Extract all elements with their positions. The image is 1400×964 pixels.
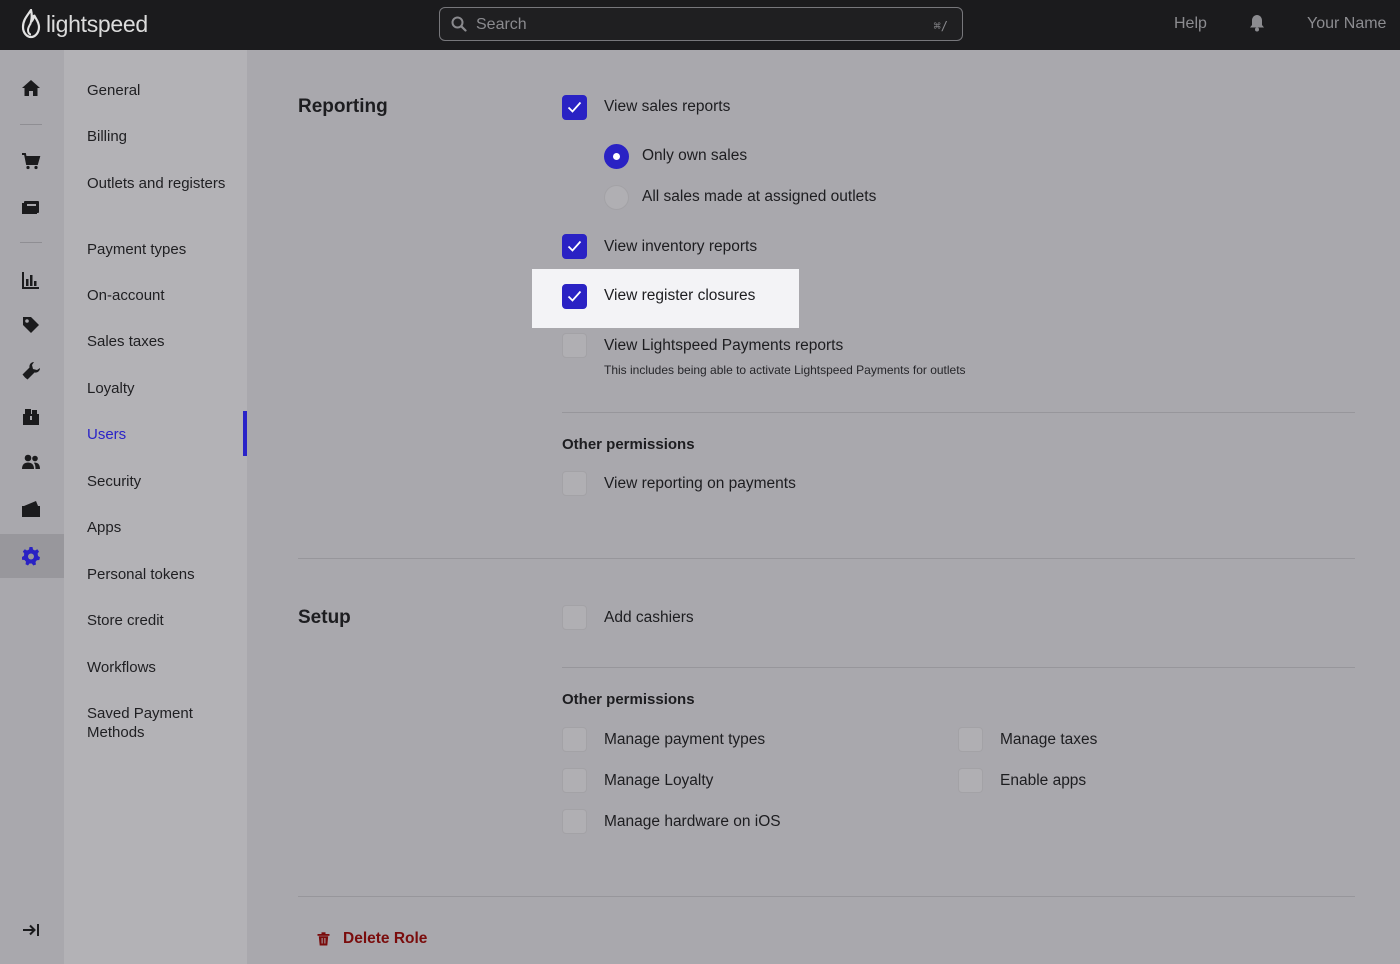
settings-icon[interactable] (20, 545, 42, 567)
view-register-closures-label: View register closures (604, 287, 756, 304)
view-sales-reports-checkbox[interactable] (562, 95, 587, 120)
view-inventory-reports-checkbox[interactable] (562, 234, 587, 259)
section-divider (298, 896, 1355, 897)
manage-hardware-ios-label: Manage hardware on iOS (604, 813, 781, 830)
view-lightspeed-payments-label: View Lightspeed Payments reports (604, 337, 844, 354)
divider (562, 412, 1355, 413)
cart-icon[interactable] (20, 150, 42, 172)
view-reporting-on-payments-label: View reporting on payments (604, 475, 796, 492)
all-sales-assigned-outlets-label: All sales made at assigned outlets (642, 188, 877, 205)
subnav-item-personal-tokens[interactable]: Personal tokens (87, 565, 237, 584)
user-menu[interactable]: Your Name (1307, 15, 1386, 33)
ecommerce-icon[interactable] (20, 498, 42, 520)
reporting-section-title: Reporting (298, 96, 388, 117)
view-reporting-on-payments-checkbox[interactable] (562, 471, 587, 496)
primary-nav-rail (0, 50, 64, 964)
subnav-item-on-account[interactable]: On-account (87, 286, 237, 305)
trash-icon (317, 932, 330, 946)
flame-logo-icon (21, 9, 41, 39)
view-lightspeed-payments-checkbox[interactable] (562, 333, 587, 358)
search-icon (451, 16, 467, 32)
reports-icon[interactable] (20, 269, 42, 291)
main-content: Reporting View sales reports Only own sa… (247, 50, 1400, 964)
subnav-item-store-credit[interactable]: Store credit (87, 611, 237, 630)
manage-hardware-ios-checkbox[interactable] (562, 809, 587, 834)
enable-apps-checkbox[interactable] (958, 768, 983, 793)
subnav-item-apps[interactable]: Apps (87, 518, 237, 537)
wrench-icon[interactable] (20, 360, 42, 382)
enable-apps-label: Enable apps (1000, 772, 1087, 789)
reporting-other-permissions-title: Other permissions (562, 436, 695, 453)
subnav-item-users[interactable]: Users (87, 425, 237, 444)
view-inventory-reports-label: View inventory reports (604, 238, 758, 255)
delete-role-label: Delete Role (343, 930, 428, 947)
subnav-item-security[interactable]: Security (87, 472, 237, 491)
subnav-item-billing[interactable]: Billing (87, 127, 237, 146)
inventory-icon[interactable] (20, 406, 42, 428)
subnav-item-sales-taxes[interactable]: Sales taxes (87, 332, 237, 351)
section-divider (298, 558, 1355, 559)
brand-name: lightspeed (46, 10, 148, 37)
settings-subnav: General Billing Outlets and registers Pa… (64, 50, 247, 964)
manage-loyalty-label: Manage Loyalty (604, 772, 714, 789)
rail-separator (20, 242, 42, 243)
top-bar: lightspeed Search ⌘/ Help Your Name (0, 0, 1400, 50)
subnav-item-general[interactable]: General (87, 81, 237, 100)
customers-icon[interactable] (20, 451, 42, 473)
home-icon[interactable] (20, 77, 42, 99)
collapse-sidebar-icon[interactable] (20, 919, 42, 941)
view-sales-reports-label: View sales reports (604, 98, 731, 115)
divider (562, 667, 1355, 668)
view-register-closures-checkbox[interactable] (562, 284, 587, 309)
setup-other-permissions-title: Other permissions (562, 691, 695, 708)
manage-taxes-checkbox[interactable] (958, 727, 983, 752)
manage-taxes-label: Manage taxes (1000, 731, 1098, 748)
manage-loyalty-checkbox[interactable] (562, 768, 587, 793)
checkmark-icon (567, 240, 582, 252)
delete-role-button[interactable]: Delete Role (317, 930, 427, 948)
only-own-sales-radio[interactable] (604, 144, 629, 169)
help-link[interactable]: Help (1174, 15, 1207, 33)
manage-payment-types-checkbox[interactable] (562, 727, 587, 752)
manage-payment-types-label: Manage payment types (604, 731, 766, 748)
register-icon[interactable] (20, 196, 42, 218)
subnav-item-loyalty[interactable]: Loyalty (87, 379, 237, 398)
checkmark-icon (567, 290, 582, 302)
tag-icon[interactable] (20, 314, 42, 336)
subnav-item-payment-types[interactable]: Payment types (87, 240, 237, 259)
search-placeholder: Search (476, 16, 527, 33)
subnav-item-saved-payment-methods[interactable]: Saved Payment Methods (87, 704, 237, 742)
rail-separator (20, 124, 42, 125)
search-input[interactable]: Search ⌘/ (439, 7, 963, 41)
only-own-sales-label: Only own sales (642, 147, 748, 164)
search-shortcut-hint: ⌘/ (933, 19, 948, 33)
subnav-item-outlets-and-registers[interactable]: Outlets and registers (87, 174, 237, 193)
subnav-item-workflows[interactable]: Workflows (87, 658, 237, 677)
bell-icon[interactable] (1249, 14, 1265, 32)
add-cashiers-label: Add cashiers (604, 609, 694, 626)
setup-section-title: Setup (298, 607, 351, 628)
brand-logo[interactable]: lightspeed (20, 9, 148, 39)
add-cashiers-checkbox[interactable] (562, 605, 587, 630)
lightspeed-payments-hint: This includes being able to activate Lig… (604, 363, 966, 377)
checkmark-icon (567, 101, 582, 113)
all-sales-assigned-outlets-radio[interactable] (604, 185, 629, 210)
